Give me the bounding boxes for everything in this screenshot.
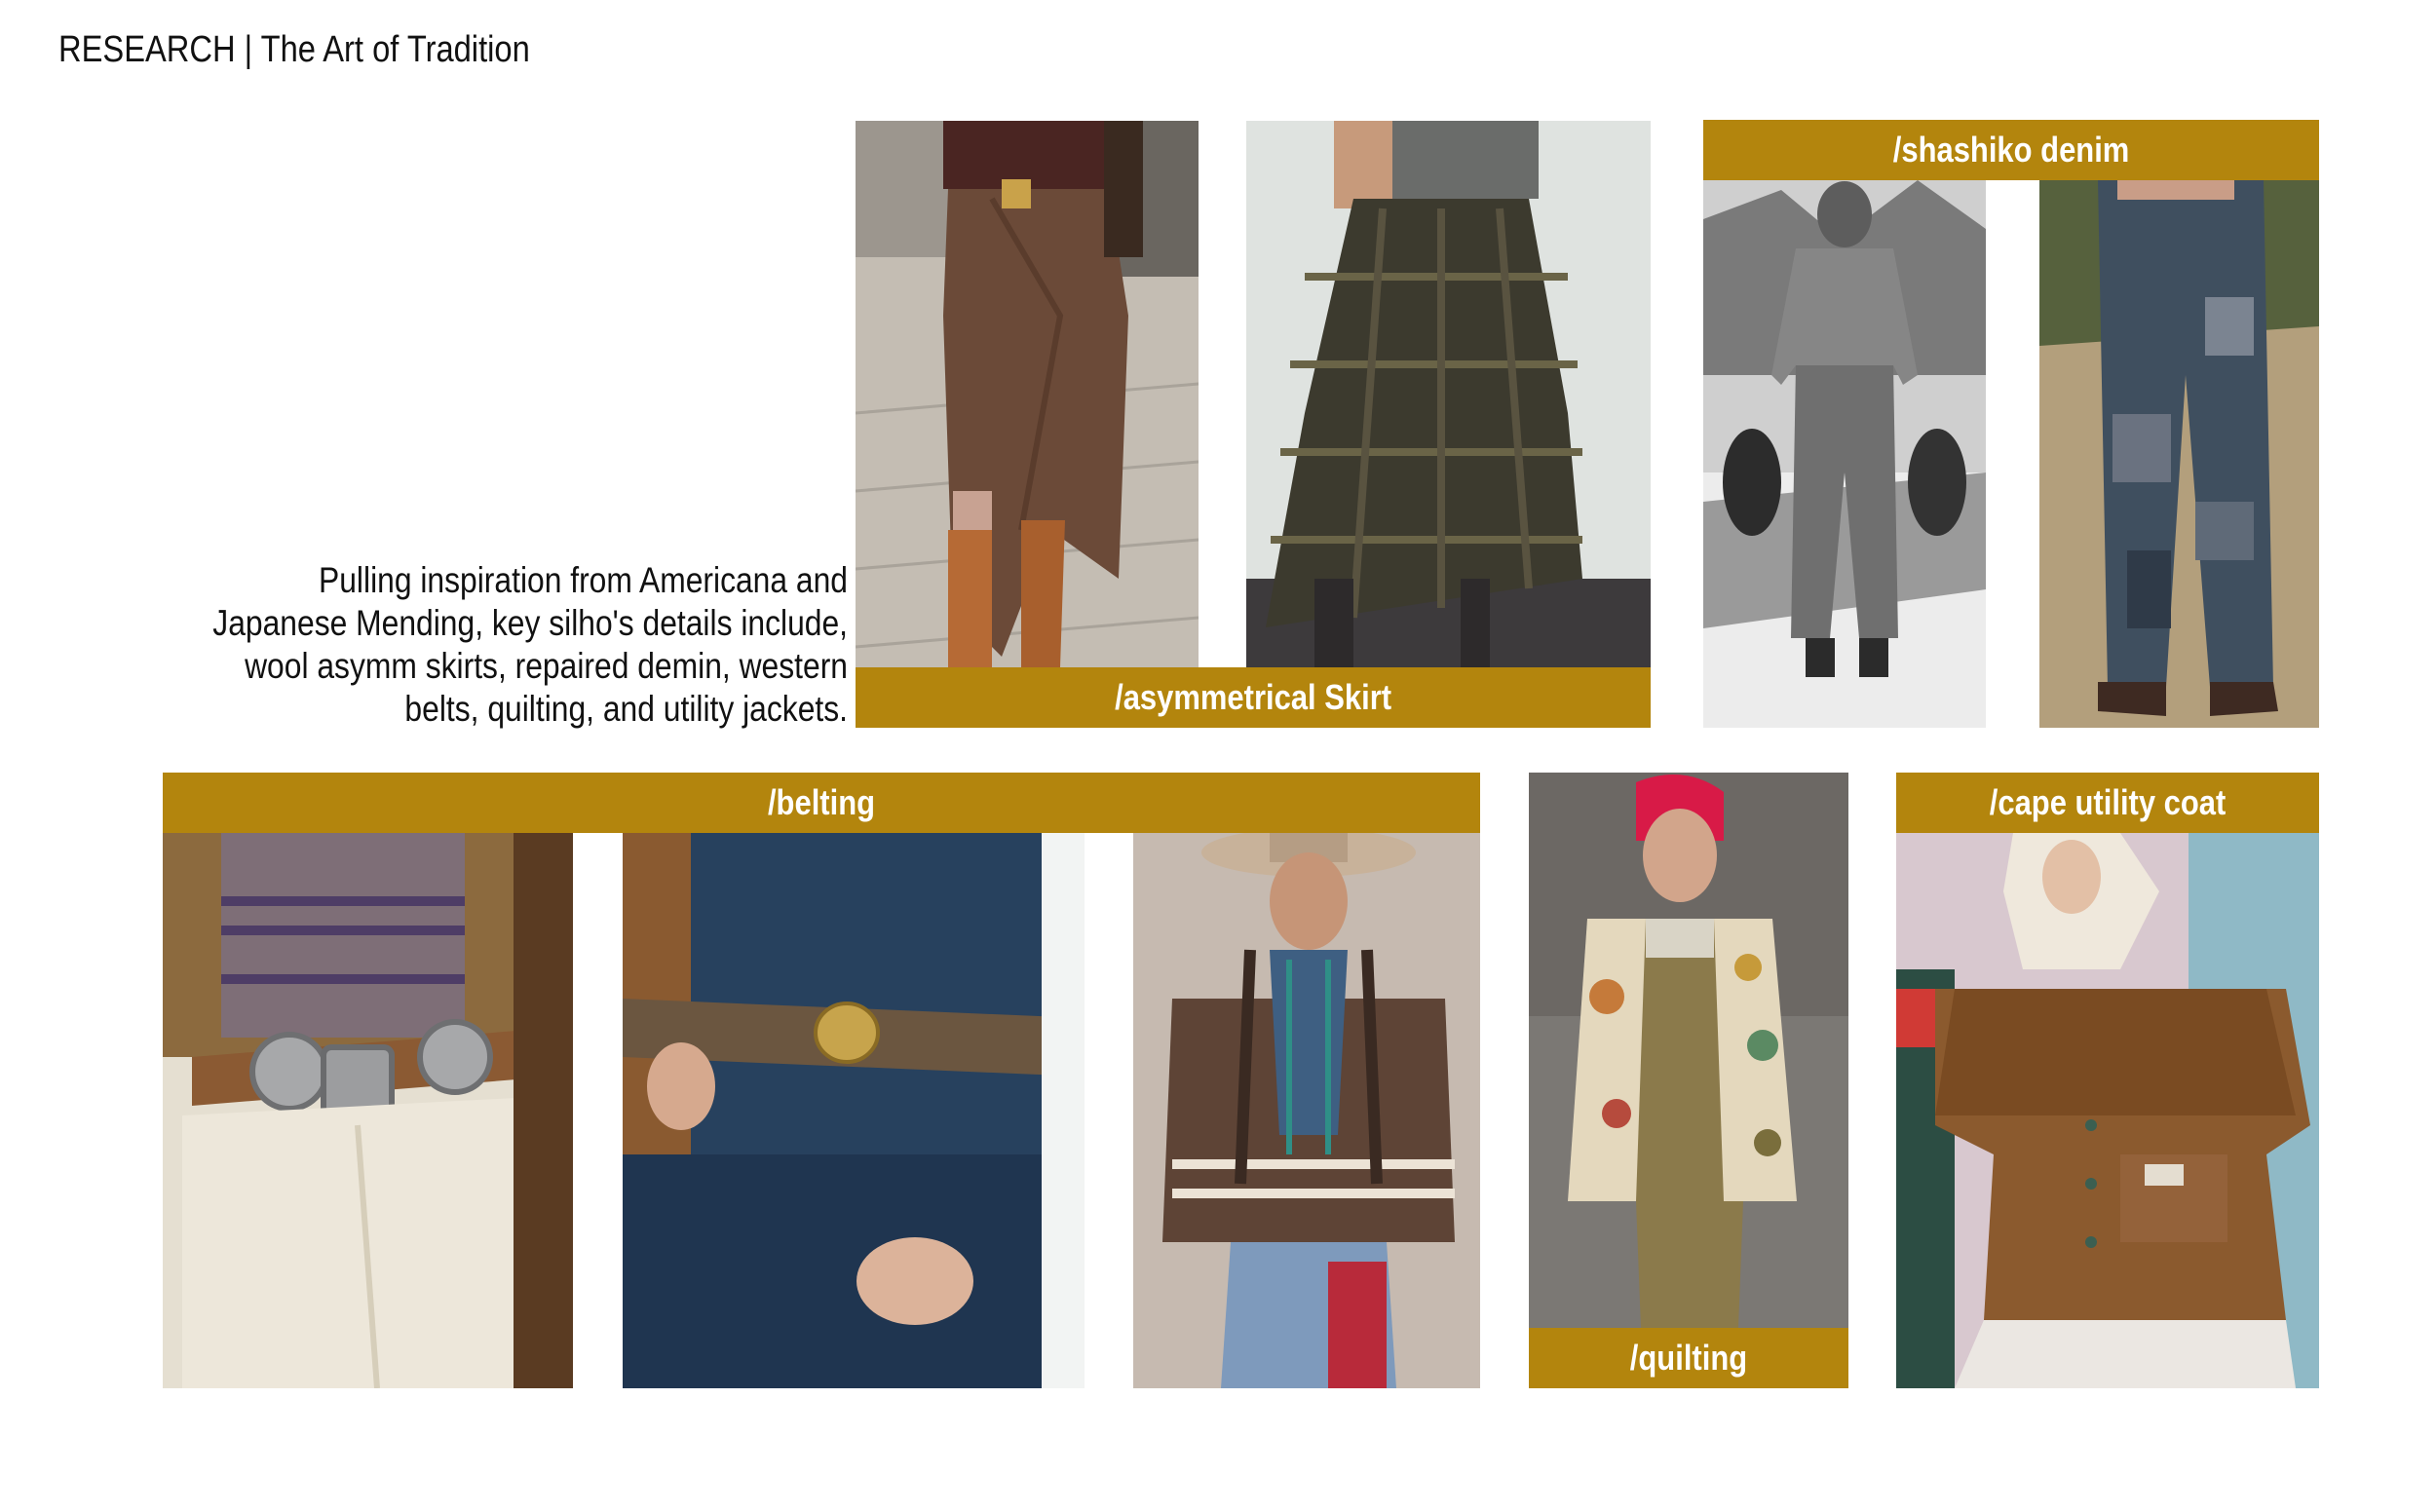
photo-bw-mended-denim	[1703, 180, 1986, 728]
intro-line: Pulling inspiration from Americana and	[319, 560, 848, 600]
label-asymmetrical-skirt-text: /asymmetrical Skirt	[1115, 677, 1391, 717]
photo-cowboy-cardigan	[1133, 833, 1480, 1388]
intro-line: wool asymm skirts, repaired demin, weste…	[245, 646, 848, 686]
label-asymmetrical-skirt: /asymmetrical Skirt	[856, 667, 1651, 728]
photo-concho-belt	[163, 833, 573, 1388]
label-shashiko-denim-text: /shashiko denim	[1892, 130, 2130, 170]
photo-patched-jeans	[2039, 180, 2319, 728]
photo-brown-wrap-skirt	[856, 121, 1199, 667]
label-belting-text: /belting	[767, 782, 876, 822]
intro-line: belts, quilting, and utility jackets.	[404, 689, 848, 729]
label-shashiko-denim: /shashiko denim	[1703, 120, 2319, 180]
intro-paragraph: Pulling inspiration from Americana and J…	[210, 559, 848, 731]
photo-plaid-skirt	[1246, 121, 1651, 667]
photo-denim-belt	[623, 833, 1085, 1388]
label-belting: /belting	[163, 773, 1480, 833]
label-quilting: /quilting	[1529, 1328, 1848, 1388]
label-quilting-text: /quilting	[1629, 1338, 1748, 1378]
label-cape-utility-coat-text: /cape utility coat	[1989, 782, 2227, 822]
photo-cape-coat	[1896, 833, 2319, 1388]
page-title: RESEARCH | The Art of Tradition	[58, 29, 530, 70]
intro-line: Japanese Mending, key silho's details in…	[212, 603, 848, 643]
label-cape-utility-coat: /cape utility coat	[1896, 773, 2319, 833]
photo-quilted-jacket	[1529, 773, 1848, 1328]
